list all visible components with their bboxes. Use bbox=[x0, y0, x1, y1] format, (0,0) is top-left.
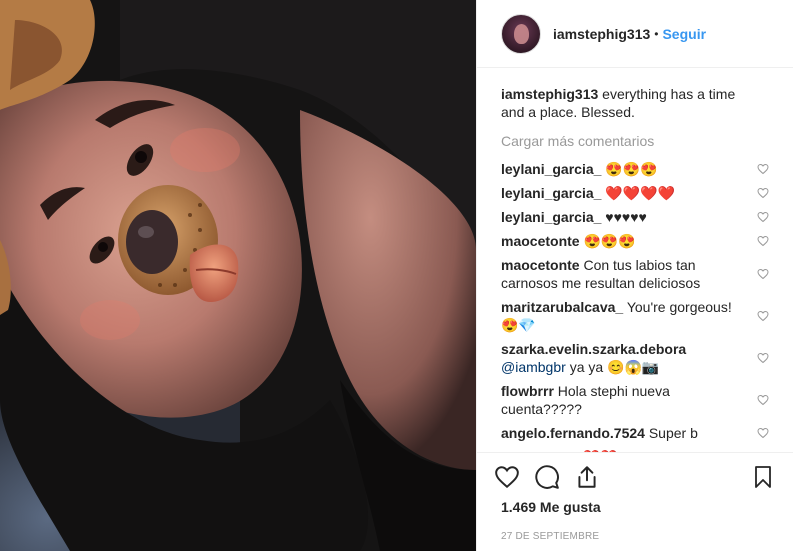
instagram-post: iamstephig313 • Seguir iamstephig313 eve… bbox=[0, 0, 793, 551]
comment-item: maocetonte Con tus labios tan carnosos m… bbox=[501, 253, 769, 295]
comment-username[interactable]: maocetonte bbox=[501, 233, 580, 249]
comment-username[interactable]: szarka.evelin.szarka.debora bbox=[501, 341, 686, 357]
post-header: iamstephig313 • Seguir bbox=[477, 0, 793, 68]
post-sidebar: iamstephig313 • Seguir iamstephig313 eve… bbox=[476, 0, 793, 551]
comment-username[interactable]: leylani_garcia_ bbox=[501, 185, 601, 201]
comment-text: ❤️❤️❤️❤️ bbox=[605, 185, 676, 201]
comment-item: flowbrrr Hola stephi nueva cuenta????? bbox=[501, 379, 769, 421]
share-icon bbox=[578, 466, 596, 488]
comment-username[interactable]: maritzarubalcava_ bbox=[501, 299, 623, 315]
comment-like-heart-icon[interactable] bbox=[757, 310, 769, 322]
comment-text: ♥♥♥♥♥ bbox=[605, 209, 647, 225]
selfie-with-dog-filter-image bbox=[0, 0, 476, 551]
comments-list[interactable]: iamstephig313 everything has a time and … bbox=[477, 69, 793, 452]
like-button[interactable] bbox=[493, 463, 521, 491]
comment-text: 😍😍😍 bbox=[583, 233, 636, 249]
comment-icon bbox=[535, 465, 559, 489]
comment-mention-link[interactable]: @iambgbr bbox=[501, 359, 566, 375]
comment-text: 😍😍😍 bbox=[605, 161, 658, 177]
separator-dot: • bbox=[654, 26, 659, 41]
likes-count[interactable]: 1.469 Me gusta bbox=[477, 493, 793, 515]
post-date[interactable]: 27 DE SEPTIEMBRE bbox=[477, 515, 793, 542]
comment-username[interactable]: flowbrrr bbox=[501, 383, 554, 399]
save-button[interactable] bbox=[749, 463, 777, 491]
comment-like-heart-icon[interactable] bbox=[757, 211, 769, 223]
heart-icon bbox=[495, 466, 519, 489]
avatar[interactable] bbox=[501, 13, 541, 54]
comment-like-heart-icon[interactable] bbox=[757, 352, 769, 364]
comment-item: angelo.fernando.7524 Super b bbox=[501, 421, 769, 445]
action-bar bbox=[477, 453, 793, 493]
comment-item: leylani_garcia_ ❤️❤️❤️❤️ bbox=[501, 181, 769, 205]
header-username[interactable]: iamstephig313 bbox=[553, 26, 650, 42]
post-actions: 1.469 Me gusta 27 DE SEPTIEMBRE bbox=[477, 452, 793, 542]
comment-text: Super b bbox=[648, 425, 698, 441]
comment-like-heart-icon[interactable] bbox=[757, 268, 769, 280]
comment-like-heart-icon[interactable] bbox=[757, 394, 769, 406]
comment-text: ya ya 😊😱📷 bbox=[569, 359, 660, 375]
comment-item: leylani_garcia_ ♥♥♥♥♥ bbox=[501, 205, 769, 229]
comment-item: maocetonte 😍😍😍 bbox=[501, 229, 769, 253]
comment-item: szarka.evelin.szarka.debora @iambgbr ya … bbox=[501, 337, 769, 379]
caption-username[interactable]: iamstephig313 bbox=[501, 86, 598, 102]
comment-item: tifanyoficial ❤️❤️ bbox=[501, 445, 769, 452]
comment-username[interactable]: maocetonte bbox=[501, 257, 580, 273]
comment-username[interactable]: angelo.fernando.7524 bbox=[501, 425, 645, 441]
follow-button[interactable]: Seguir bbox=[662, 26, 706, 42]
comment-item: leylani_garcia_ 😍😍😍 bbox=[501, 157, 769, 181]
comment-username[interactable]: leylani_garcia_ bbox=[501, 161, 601, 177]
comment-button[interactable] bbox=[533, 463, 561, 491]
comment-like-heart-icon[interactable] bbox=[757, 187, 769, 199]
comment-like-heart-icon[interactable] bbox=[757, 235, 769, 247]
comment-like-heart-icon[interactable] bbox=[757, 163, 769, 175]
post-photo[interactable] bbox=[0, 0, 476, 551]
comment-item: maritzarubalcava_ You're gorgeous!😍💎 bbox=[501, 295, 769, 337]
share-button[interactable] bbox=[573, 463, 601, 491]
comment-like-heart-icon[interactable] bbox=[757, 427, 769, 439]
comment-username[interactable]: leylani_garcia_ bbox=[501, 209, 601, 225]
caption: iamstephig313 everything has a time and … bbox=[501, 69, 769, 121]
load-more-comments-button[interactable]: Cargar más comentarios bbox=[501, 133, 769, 149]
bookmark-icon bbox=[755, 466, 771, 488]
